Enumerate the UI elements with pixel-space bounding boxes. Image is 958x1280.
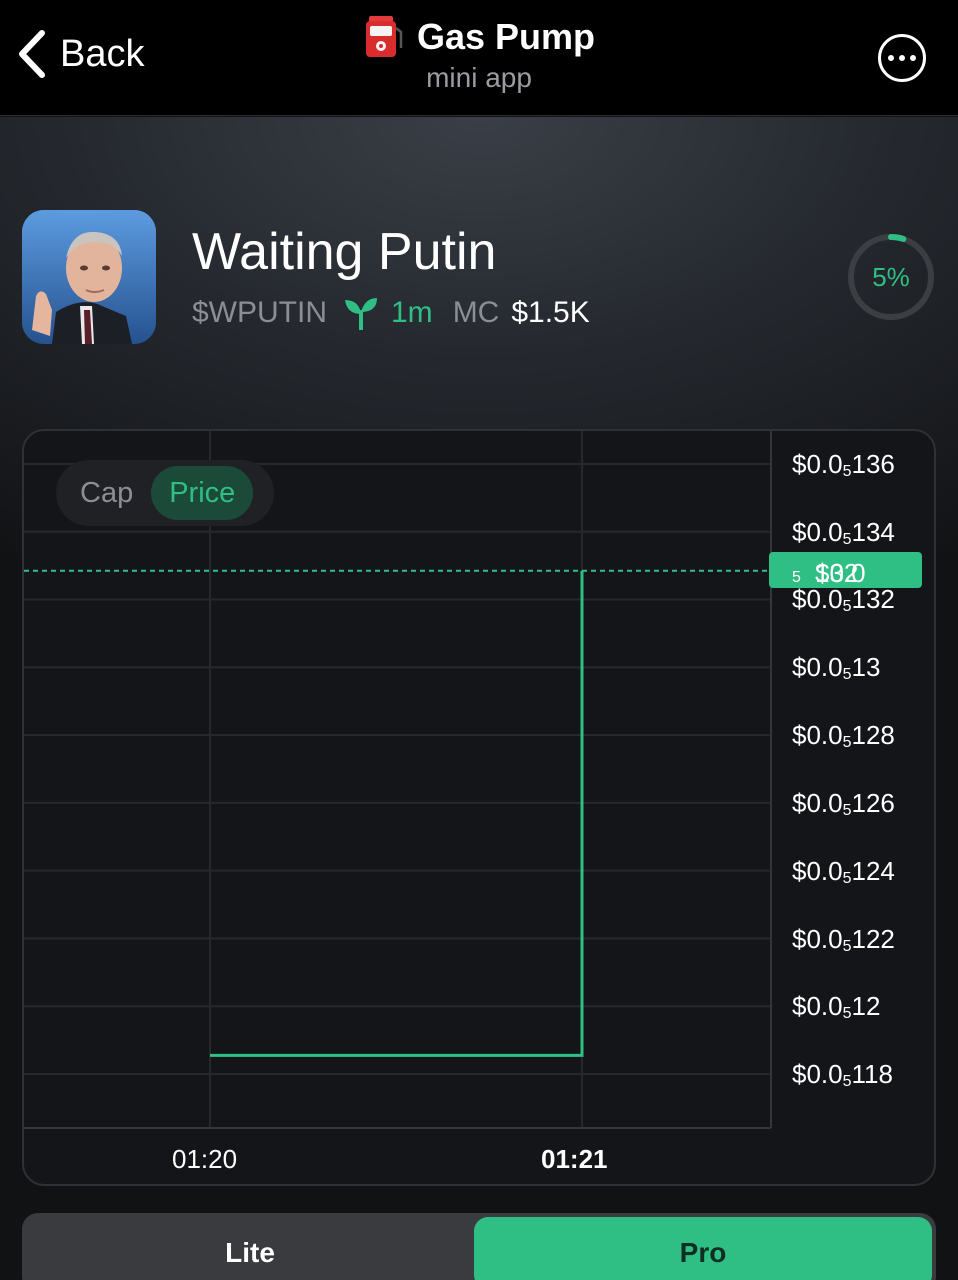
fuel-pump-icon (365, 16, 403, 57)
y-tick-label: $0.05126 (792, 788, 895, 819)
token-avatar (22, 210, 156, 344)
token-ticker: $WPUTIN (192, 296, 327, 329)
price-series-line (210, 570, 584, 1057)
y-tick-label: $0.0513 (792, 652, 881, 684)
pro-mode-button[interactable]: Pro (474, 1217, 932, 1280)
toggle-cap[interactable]: Cap (62, 466, 151, 520)
progress-percent: 5% (872, 261, 910, 292)
y-tick-label: $0.05118 (792, 1059, 893, 1091)
y-tick-label: $0.05136 (792, 449, 895, 480)
more-options-button[interactable] (878, 34, 926, 82)
market-cap-label: MC (452, 296, 500, 329)
y-tick-label: $0.05122 (792, 923, 895, 955)
token-name: Waiting Putin (192, 223, 497, 281)
token-portrait-image (22, 210, 156, 344)
lite-mode-button[interactable]: Lite (26, 1217, 474, 1280)
mode-switch[interactable]: Lite Pro (22, 1213, 936, 1280)
x-tick-label: 01:20 (172, 1144, 238, 1174)
market-cap-value: $1.5K (511, 296, 590, 329)
more-dot-icon (899, 55, 905, 61)
y-tick-label: $0.0512 (792, 991, 881, 1023)
app-title: Gas Pump (416, 16, 596, 57)
more-dot-icon (888, 55, 894, 61)
y-tick-label: $0.05124 (792, 855, 895, 887)
more-dot-icon (910, 55, 916, 61)
token-meta: $WPUTIN 1m MC $1.5K (192, 296, 590, 330)
bonding-progress-ring: 5% (846, 232, 936, 322)
top-bar: Back Gas Pump mini app (0, 0, 958, 116)
current-price-label: $0.0 5 132 (792, 558, 866, 588)
app-title-block: Gas Pump mini app (0, 14, 958, 94)
current-price-tag: $0.0 5 132 (769, 552, 922, 588)
x-tick-label: 01:21 (541, 1144, 608, 1174)
y-tick-label: $0.05128 (792, 720, 895, 752)
toggle-price[interactable]: Price (151, 466, 254, 520)
y-tick-label: $0.05134 (792, 516, 895, 548)
app-subtitle: mini app (426, 62, 532, 93)
sprout-icon (345, 298, 377, 330)
cap-price-toggle[interactable]: Cap Price (56, 460, 274, 526)
token-age: 1m (391, 296, 433, 329)
